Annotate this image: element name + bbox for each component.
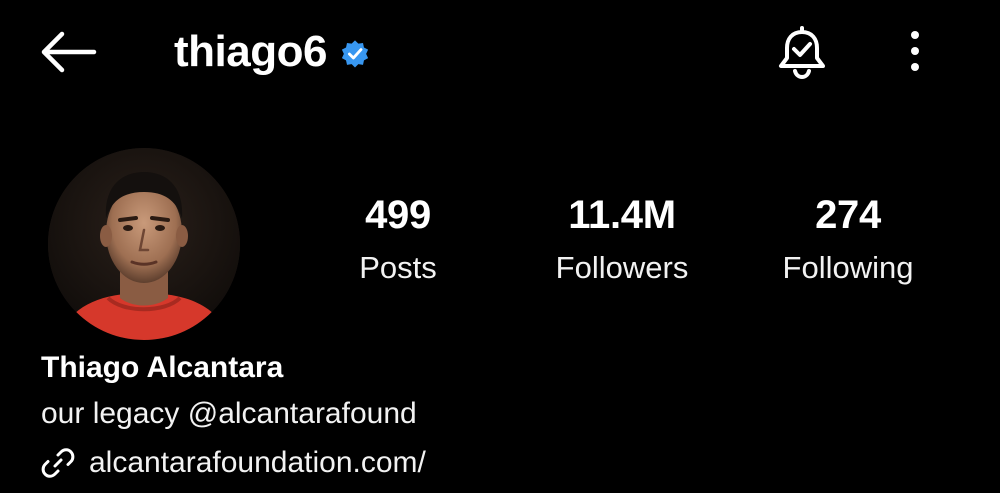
bio-mention-link[interactable]: @alcantarafound [188, 397, 417, 430]
following-stat[interactable]: 274 Following [762, 195, 934, 283]
avatar[interactable] [48, 148, 240, 340]
bio: our legacy @alcantarafound [41, 396, 417, 432]
bio-text: our legacy [41, 397, 188, 430]
posts-count: 499 [365, 193, 431, 237]
website-link-text: alcantarafoundation.com/ [89, 446, 426, 479]
link-icon [41, 448, 75, 478]
followers-label: Followers [555, 250, 689, 285]
more-vertical-icon [911, 31, 919, 71]
following-count: 274 [815, 193, 881, 237]
profile-header: thiago6 [0, 0, 1000, 105]
bell-check-icon [779, 26, 825, 80]
verified-badge-icon [341, 40, 369, 68]
back-button[interactable] [36, 28, 100, 76]
more-options-button[interactable] [900, 26, 930, 76]
username: thiago6 [174, 27, 327, 76]
following-label: Following [782, 250, 914, 285]
website-link[interactable]: alcantarafoundation.com/ [41, 444, 426, 482]
posts-label: Posts [359, 250, 437, 285]
notifications-button[interactable] [773, 24, 831, 80]
posts-stat[interactable]: 499 Posts [338, 195, 458, 283]
profile-photo [48, 148, 240, 340]
followers-stat[interactable]: 11.4M Followers [530, 195, 714, 283]
arrow-left-icon [41, 31, 97, 73]
username-row: thiago6 [174, 22, 371, 82]
display-name: Thiago Alcantara [41, 351, 284, 384]
followers-count: 11.4M [568, 193, 676, 237]
